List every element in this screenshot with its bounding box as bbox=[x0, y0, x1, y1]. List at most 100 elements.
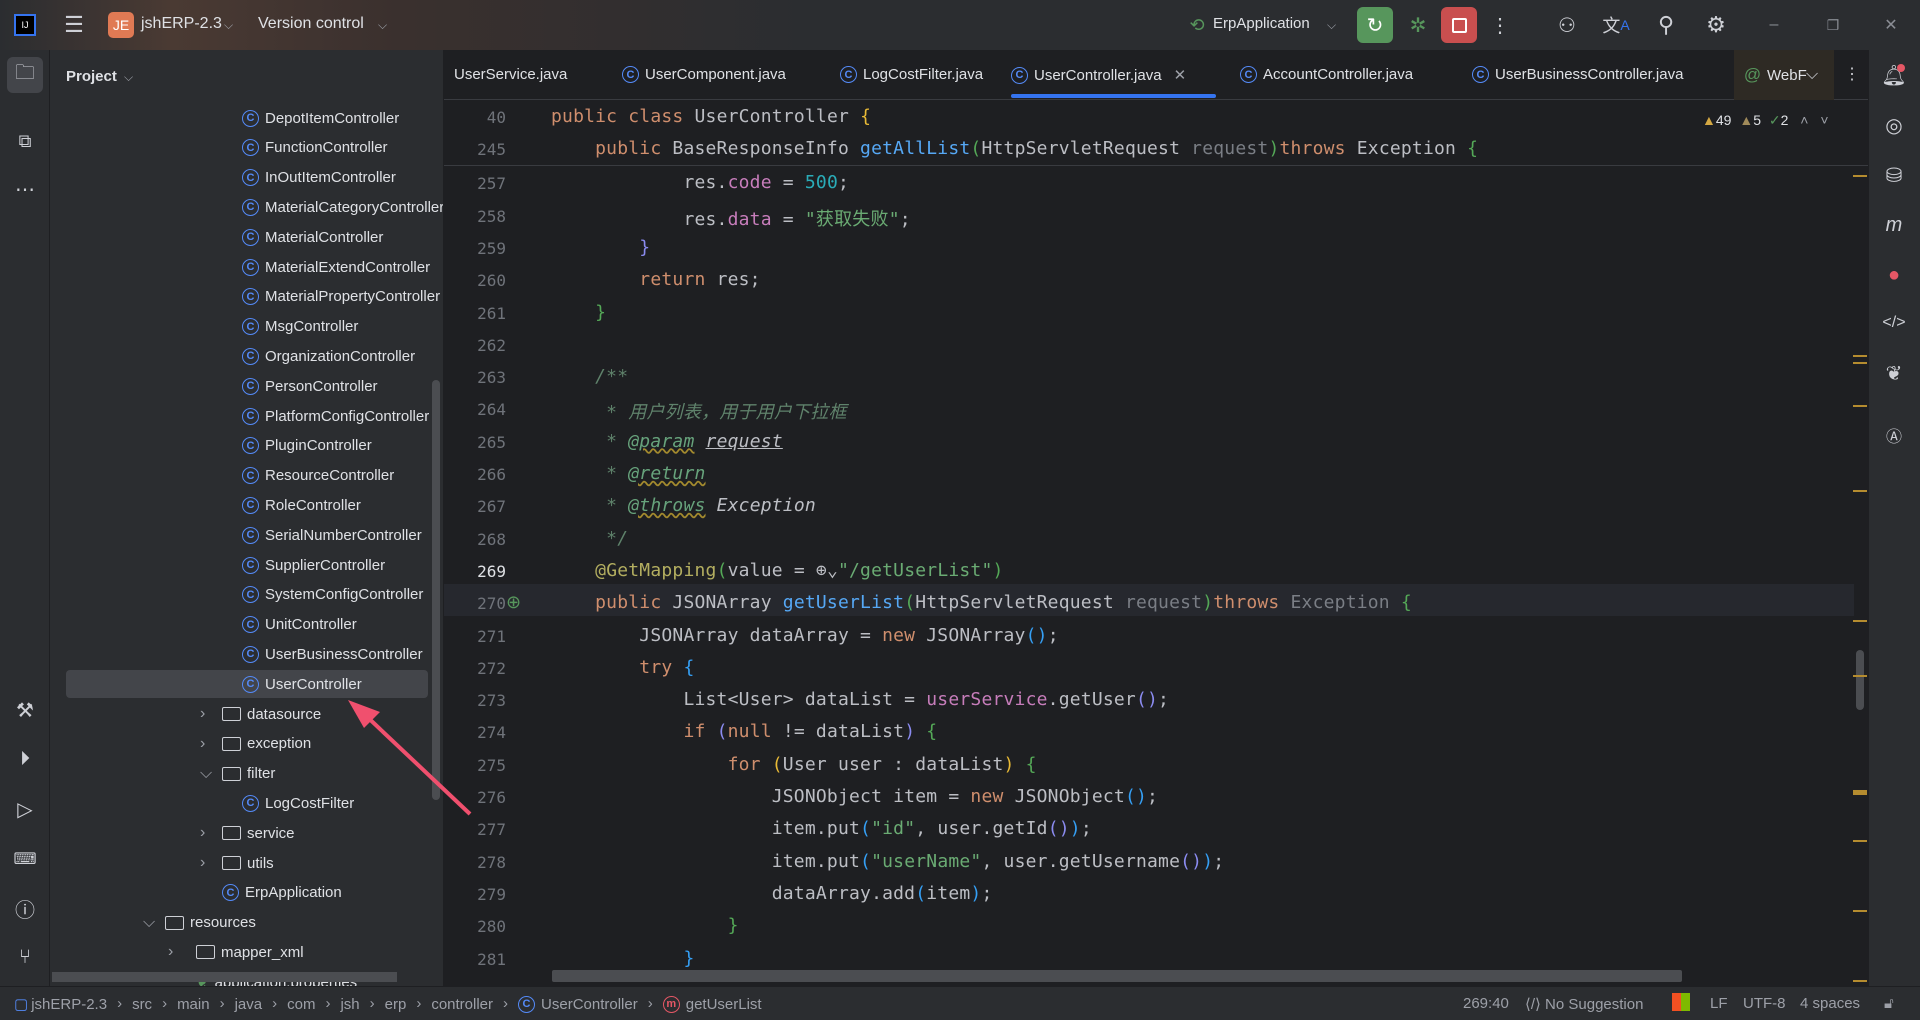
chevron-right-icon[interactable]: › bbox=[200, 705, 205, 723]
chevron-down-icon[interactable]: ˅ bbox=[1820, 112, 1828, 128]
run-config-selector[interactable]: ErpApplication bbox=[1213, 15, 1310, 32]
close-tab-icon[interactable]: ✕ bbox=[1174, 66, 1187, 84]
breadcrumb-item[interactable]: C UserController bbox=[518, 995, 638, 1013]
tab-logcostfilter-java[interactable]: C LogCostFilter.java bbox=[840, 66, 983, 83]
close-icon[interactable]: ✕ bbox=[1879, 11, 1903, 39]
chevron-down-icon[interactable]: ⌵ bbox=[378, 18, 387, 33]
tab-userservice-java[interactable]: UserService.java bbox=[454, 66, 567, 83]
line-separator[interactable]: LF bbox=[1710, 995, 1728, 1012]
tab-webf[interactable]: @ WebF bbox=[1734, 50, 1834, 100]
vcs-widget[interactable]: Version control bbox=[258, 15, 364, 33]
tree-item[interactable]: C ErpApplication bbox=[222, 879, 342, 907]
chevron-down-icon[interactable]: ⌵ bbox=[143, 914, 155, 932]
database-icon[interactable]: ⛁ bbox=[1879, 160, 1909, 190]
chevron-right-icon[interactable]: › bbox=[200, 735, 205, 753]
folder-icon[interactable]: 🗀 bbox=[7, 57, 43, 93]
tree-item[interactable]: › mapper_xml bbox=[168, 938, 304, 966]
tree-item[interactable]: C SerialNumberController bbox=[242, 521, 422, 549]
tree-item[interactable]: C SystemConfigController bbox=[242, 581, 423, 609]
tree-item[interactable]: C MaterialExtendController bbox=[242, 253, 430, 281]
chevron-up-icon[interactable]: ˄ bbox=[1800, 112, 1808, 128]
tree-item[interactable]: › datasource bbox=[200, 700, 321, 728]
editor-horizontal-scrollbar[interactable] bbox=[552, 970, 1682, 982]
services-icon[interactable]: ⏵ bbox=[10, 744, 40, 774]
tab-usercontroller-java[interactable]: C UserController.java ✕ bbox=[1011, 66, 1186, 84]
hamburger-menu-icon[interactable]: ☰ bbox=[62, 12, 86, 37]
tree-item[interactable]: C FunctionController bbox=[242, 134, 388, 162]
add-user-icon[interactable]: ⚇ bbox=[1553, 11, 1581, 39]
build-icon[interactable]: ⚒ bbox=[10, 695, 40, 725]
tree-item[interactable]: C PersonController bbox=[242, 372, 378, 400]
tree-item[interactable]: C SupplierController bbox=[242, 551, 385, 579]
project-panel-title[interactable]: Project bbox=[66, 68, 117, 85]
indent-setting[interactable]: 4 spaces bbox=[1800, 995, 1860, 1012]
tree-item[interactable]: C MaterialCategoryController bbox=[242, 193, 443, 221]
notifications-icon[interactable]: 🔔︎ bbox=[1879, 60, 1909, 90]
tree-item[interactable]: ⌵ filter bbox=[200, 760, 275, 788]
tab-userbusinesscontroller-java[interactable]: C UserBusinessController.java bbox=[1472, 66, 1683, 83]
tab-accountcontroller-java[interactable]: C AccountController.java bbox=[1240, 66, 1413, 83]
chevron-down-icon[interactable]: ⌵ bbox=[1327, 18, 1336, 33]
endpoint-icon[interactable]: ⊕ bbox=[506, 592, 521, 613]
more-icon[interactable]: ⋮ bbox=[1490, 12, 1510, 38]
breadcrumb-item[interactable]: src bbox=[132, 995, 152, 1013]
editor-vertical-scrollbar[interactable] bbox=[1856, 650, 1864, 710]
debug-icon[interactable]: ✲ bbox=[1403, 10, 1433, 40]
breadcrumb-item[interactable]: main bbox=[177, 995, 210, 1013]
chevron-down-icon[interactable]: ⌵ bbox=[124, 70, 133, 85]
breadcrumb-item[interactable]: java bbox=[235, 995, 263, 1013]
ide-logo-icon[interactable]: IJ bbox=[14, 14, 36, 36]
run-icon[interactable]: ▷ bbox=[10, 794, 40, 824]
tree-item[interactable]: C LogCostFilter bbox=[242, 789, 354, 817]
tree-item[interactable]: C InOutItemController bbox=[242, 164, 396, 192]
tree-item[interactable]: C UserBusinessController bbox=[242, 640, 423, 668]
leaf-icon[interactable]: ❦ bbox=[1879, 358, 1909, 388]
breadcrumb-item[interactable]: erp bbox=[385, 995, 407, 1013]
tab-usercomponent-java[interactable]: C UserComponent.java bbox=[622, 66, 786, 83]
maven-icon[interactable]: m bbox=[1879, 210, 1909, 240]
breadcrumb-item[interactable]: com bbox=[287, 995, 315, 1013]
breadcrumb-item[interactable]: m getUserList bbox=[662, 995, 762, 1013]
tree-item[interactable]: C ResourceController bbox=[242, 462, 394, 490]
file-encoding[interactable]: UTF-8 bbox=[1743, 995, 1786, 1012]
tree-item[interactable]: C UserController bbox=[242, 670, 362, 698]
project-switcher[interactable]: jshERP-2.3 bbox=[141, 15, 222, 33]
inspection-widget[interactable]: ▲49 ▲5 ✓2 ˄ ˅ bbox=[1702, 112, 1829, 129]
problems-icon[interactable]: ⓘ bbox=[10, 893, 40, 923]
search-icon[interactable]: ⚲ bbox=[1652, 11, 1680, 39]
structure-icon[interactable]: ⧉ bbox=[10, 126, 40, 156]
tree-item[interactable]: C MaterialController bbox=[242, 223, 383, 251]
tree-item[interactable]: › service bbox=[200, 819, 295, 847]
ai-suggestion[interactable]: ⟨/⟩ No Suggestion bbox=[1525, 995, 1643, 1013]
settings-icon[interactable]: ⚙ bbox=[1702, 11, 1730, 39]
tree-item[interactable]: C RoleController bbox=[242, 491, 361, 519]
rerun-icon[interactable]: ↻ bbox=[1357, 7, 1393, 43]
tree-item[interactable]: › exception bbox=[200, 730, 311, 758]
chevron-down-icon[interactable]: ⌵ bbox=[200, 765, 212, 783]
plugin-icon[interactable]: ● bbox=[1879, 260, 1909, 290]
text-icon[interactable]: Ⓐ bbox=[1879, 420, 1909, 450]
tree-item[interactable]: › utils bbox=[200, 849, 274, 877]
breadcrumb-item[interactable]: ▢ jshERP-2.3 bbox=[14, 995, 107, 1014]
chevron-right-icon[interactable]: › bbox=[200, 824, 205, 842]
breadcrumb-item[interactable]: jsh bbox=[340, 995, 359, 1013]
more-tools-icon[interactable]: ⋯ bbox=[10, 174, 40, 204]
tabs-more-icon[interactable]: ⋮ bbox=[1844, 64, 1860, 84]
ai-assistant-icon[interactable]: ◎ bbox=[1879, 110, 1909, 140]
tree-item[interactable]: C MaterialPropertyController bbox=[242, 283, 440, 311]
tree-horizontal-scrollbar[interactable] bbox=[52, 972, 397, 982]
translate-icon[interactable]: 文A bbox=[1602, 11, 1630, 39]
restore-icon[interactable]: ❐ bbox=[1821, 11, 1845, 39]
tree-item[interactable]: ⌵ resources bbox=[143, 909, 256, 937]
caret-position[interactable]: 269:40 bbox=[1463, 995, 1509, 1012]
tabs-dropdown-icon[interactable]: ⌵ bbox=[1806, 66, 1818, 84]
terminal-icon[interactable]: ⌨ bbox=[10, 844, 40, 874]
breadcrumb-item[interactable]: controller bbox=[431, 995, 493, 1013]
minimize-icon[interactable]: – bbox=[1762, 11, 1786, 39]
chevron-right-icon[interactable]: › bbox=[168, 943, 173, 961]
tree-scrollbar[interactable] bbox=[432, 380, 440, 800]
tree-item[interactable]: C UnitController bbox=[242, 611, 357, 639]
code-editor[interactable]: 256 e.printStackTrace();257 res.code = 5… bbox=[444, 100, 1868, 986]
tree-item[interactable]: C OrganizationController bbox=[242, 342, 415, 370]
chevron-down-icon[interactable]: ⌵ bbox=[224, 18, 233, 33]
